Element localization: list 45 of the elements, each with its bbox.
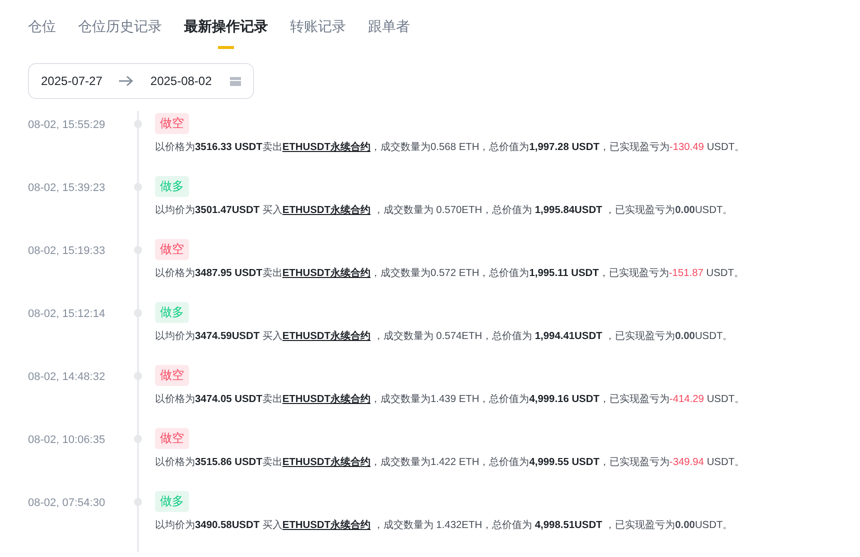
- tab[interactable]: 最新操作记录: [184, 14, 268, 49]
- contract-link[interactable]: ETHUSDT永续合约: [282, 394, 370, 405]
- side-tag: 做空: [155, 428, 189, 449]
- calendar-icon: [230, 76, 241, 86]
- tab[interactable]: 跟单者: [368, 14, 410, 49]
- record-text: 以价格为3515.86 USDT卖出ETHUSDT永续合约，成交数量为1.422 ETH，总价值为4,999.55 USDT，已实现盈亏为-349.94 USDT。: [155, 455, 745, 470]
- date-range-field[interactable]: 2025-07-27 2025-08-02: [28, 63, 254, 99]
- contract-link[interactable]: ETHUSDT永续合约: [282, 205, 371, 216]
- record-time: 08-02, 15:39:23: [28, 182, 106, 194]
- tab[interactable]: 仓位历史记录: [78, 14, 162, 49]
- timeline-dot: [134, 372, 142, 380]
- start-date: 2025-07-27: [41, 73, 102, 90]
- record-text: 以价格为3487.95 USDT卖出ETHUSDT永续合约，成交数量为0.572 ETH，总价值为1,995.11 USDT，已实现盈亏为-151.87 USDT。: [155, 266, 744, 281]
- record-text: 以均价为3490.58USDT 买入ETHUSDT永续合约 ，成交数量为 1.432ETH，总价值为 4,998.51USDT ，已实现盈亏为0.00USDT。: [155, 518, 733, 533]
- record-time: 08-02, 15:12:14: [28, 308, 106, 320]
- timeline-dot: [134, 435, 142, 443]
- record-time: 08-02, 10:06:35: [28, 434, 106, 446]
- record-time: 08-02, 14:48:32: [28, 371, 106, 383]
- contract-link[interactable]: ETHUSDT永续合约: [282, 268, 370, 279]
- record-time: 08-02, 15:19:33: [28, 245, 106, 257]
- side-tag: 做空: [155, 239, 189, 260]
- contract-link[interactable]: ETHUSDT永续合约: [282, 457, 370, 468]
- side-tag: 做多: [155, 302, 189, 323]
- record-text: 以均价为3474.59USDT 买入ETHUSDT永续合约 ，成交数量为 0.574ETH，总价值为 1,994.41USDT ，已实现盈亏为0.00USDT。: [155, 329, 733, 344]
- tab[interactable]: 转账记录: [290, 14, 346, 49]
- end-date: 2025-08-02: [150, 73, 212, 90]
- record-time: 08-02, 15:55:29: [28, 119, 106, 131]
- side-tag: 做空: [155, 365, 189, 386]
- contract-link[interactable]: ETHUSDT永续合约: [282, 331, 371, 342]
- record-text: 以均价为3501.47USDT 买入ETHUSDT永续合约 ，成交数量为 0.570ETH，总价值为 1,995.84USDT ，已实现盈亏为0.00USDT。: [155, 203, 733, 218]
- side-tag: 做多: [155, 491, 189, 512]
- side-tag: 做空: [155, 113, 189, 134]
- record-time: 08-02, 07:54:30: [28, 497, 106, 509]
- timeline-dot: [134, 120, 142, 128]
- tab[interactable]: 仓位: [28, 14, 56, 49]
- timeline-dot: [134, 498, 142, 506]
- timeline-dot: [134, 183, 142, 191]
- arrow-icon: [118, 75, 134, 87]
- side-tag: 做多: [155, 176, 189, 197]
- contract-link[interactable]: ETHUSDT永续合约: [282, 142, 370, 153]
- timeline-dot: [134, 309, 142, 317]
- record-text: 以价格为3516.33 USDT卖出ETHUSDT永续合约，成交数量为0.568 ETH，总价值为1,997.28 USDT，已实现盈亏为-130.49 USDT。: [155, 140, 745, 155]
- contract-link[interactable]: ETHUSDT永续合约: [282, 520, 371, 531]
- record-text: 以价格为3474.05 USDT卖出ETHUSDT永续合约，成交数量为1.439 ETH，总价值为4,999.16 USDT，已实现盈亏为-414.29 USDT。: [155, 392, 745, 407]
- timeline-dot: [134, 246, 142, 254]
